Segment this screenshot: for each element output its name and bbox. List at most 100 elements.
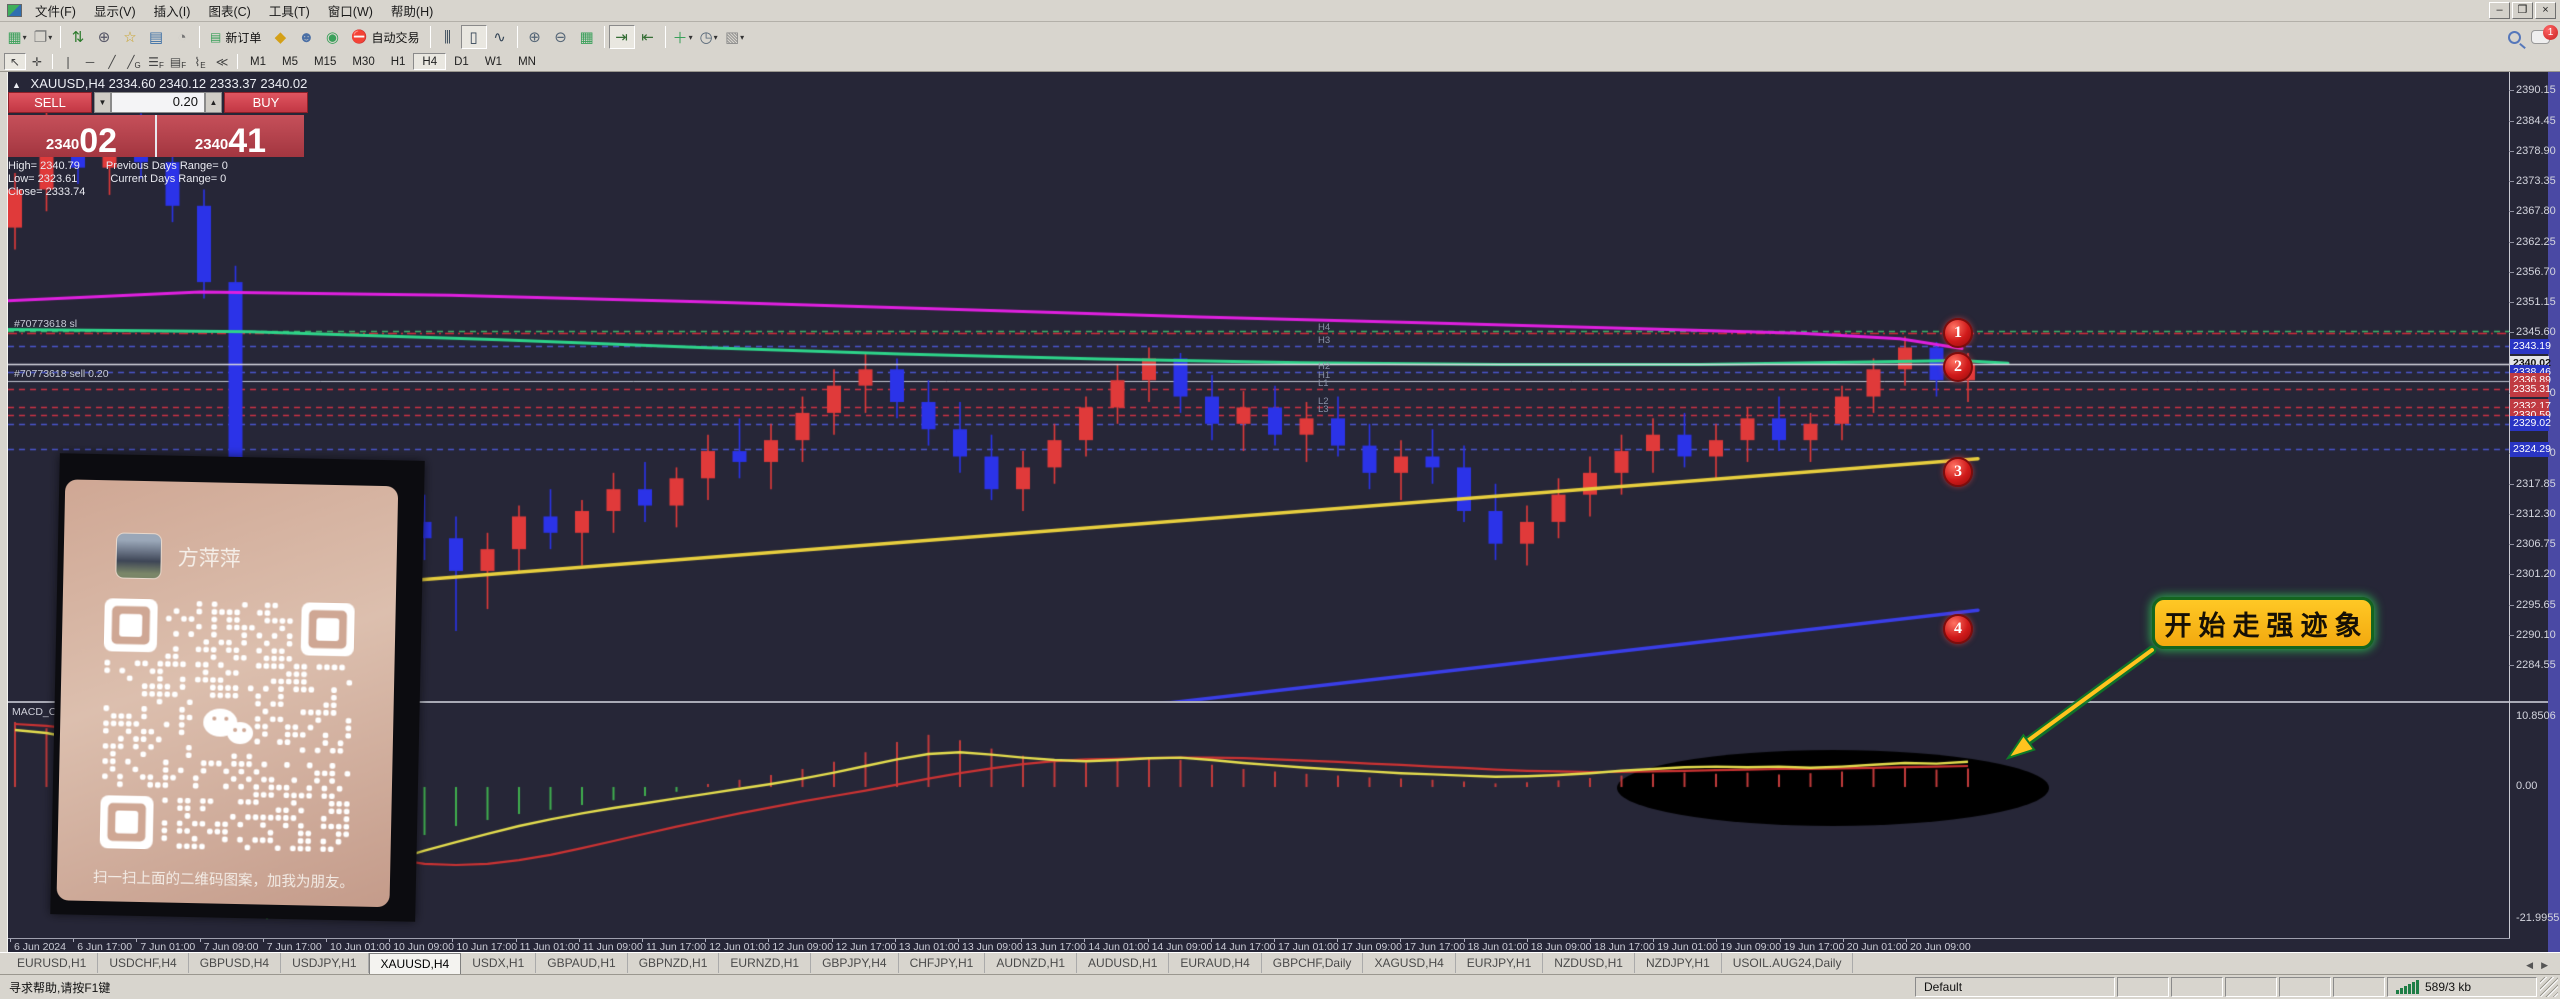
navigator-button[interactable]: ☆ <box>117 25 143 49</box>
fan-tool[interactable]: ≪ <box>211 53 233 70</box>
menu-窗[interactable]: 窗口(W) <box>319 0 382 22</box>
trendline-tool[interactable]: ╱ <box>101 53 123 70</box>
macd-min-label: -21.9955 <box>2516 912 2560 924</box>
tab-GBPCHF-Daily[interactable]: GBPCHF,Daily <box>1262 953 1364 973</box>
fibonacci-tool[interactable]: ☰ F <box>145 53 167 71</box>
menu-图[interactable]: 图表(C) <box>199 0 259 22</box>
tab-USDJPY-H1[interactable]: USDJPY,H1 <box>281 953 369 973</box>
time-axis[interactable]: 6 Jun 2024 6 Jun 17:00 7 Jun 01:00 7 Jun 09… <box>8 938 2510 953</box>
timeframe-H4[interactable]: H4 <box>413 53 447 70</box>
ask-quote[interactable]: 2340 41 <box>157 115 304 158</box>
search-icon[interactable] <box>2508 30 2521 44</box>
bar-chart-button[interactable]: ⫼ <box>435 25 461 49</box>
menu-帮[interactable]: 帮助(H) <box>382 0 442 22</box>
equidistant-tool[interactable]: ⌇ E <box>189 53 211 71</box>
timeframe-M15[interactable]: M15 <box>306 53 344 70</box>
menu-插[interactable]: 插入(I) <box>145 0 200 22</box>
toolbar-separator <box>429 26 431 48</box>
periods-button[interactable]: ◷ <box>696 25 722 49</box>
zoom-in-button[interactable]: ⊕ <box>522 25 548 49</box>
volume-input[interactable]: 0.20 <box>111 92 205 113</box>
chat-icon[interactable]: 1 <box>2531 25 2558 44</box>
line-chart-button[interactable]: ∿ <box>487 25 513 49</box>
horizontal-line-tool[interactable]: ─ <box>79 53 101 70</box>
tab-EURUSD-H1[interactable]: EURUSD,H1 <box>6 953 99 973</box>
tab-CHFJPY-H1[interactable]: CHFJPY,H1 <box>899 953 986 973</box>
metaeditor-button[interactable]: ◆ <box>267 25 293 49</box>
tab-EURNZD-H1[interactable]: EURNZD,H1 <box>719 953 812 973</box>
level-price-badge: 2343.19 <box>2510 338 2551 354</box>
crosshair-tool[interactable]: ✛ <box>26 53 48 70</box>
tab-USDCHF-H4[interactable]: USDCHF,H4 <box>98 953 189 973</box>
timeframe-MN[interactable]: MN <box>510 53 544 70</box>
new-order-button[interactable]: ▤ 新订单 <box>204 25 267 49</box>
tab-GBPUSD-H4[interactable]: GBPUSD,H4 <box>189 953 282 973</box>
time-tick <box>705 939 707 942</box>
signals-button[interactable]: ◉ <box>319 25 345 49</box>
tab-USDX-H1[interactable]: USDX,H1 <box>461 953 537 973</box>
chart-shift-button[interactable]: ⇤ <box>635 25 661 49</box>
resize-grip[interactable] <box>2540 977 2558 997</box>
tab-EURAUD-H4[interactable]: EURAUD,H4 <box>1169 953 1262 973</box>
autotrading-button[interactable]: ⛔ 自动交易 <box>345 25 425 49</box>
market-watch-button[interactable]: ⇅ <box>65 25 91 49</box>
community-button[interactable]: ☻ <box>293 25 319 49</box>
templates-button[interactable]: ▧ <box>722 25 748 49</box>
auto-scroll-button[interactable]: ⇥ <box>608 25 635 49</box>
toolbar-separator <box>60 26 61 48</box>
profiles-button[interactable]: ❐ <box>30 25 56 49</box>
tab-AUDNZD-H1[interactable]: AUDNZD,H1 <box>985 953 1078 973</box>
tab-EURJPY-H1[interactable]: EURJPY,H1 <box>1456 953 1544 973</box>
timeframe-D1[interactable]: D1 <box>446 53 477 70</box>
timeframe-toolbar: M1 M5 M15 M30 H1 H4 D1 W1 MN <box>242 53 544 70</box>
strategy-tester-button[interactable]: ◔ <box>169 25 195 49</box>
minimize-button[interactable]: – <box>2489 2 2510 19</box>
tab-GBPNZD-H1[interactable]: GBPNZD,H1 <box>628 953 720 973</box>
timeframe-M30[interactable]: M30 <box>344 53 382 70</box>
sell-order-line-label[interactable]: #70773618 sell 0.20 <box>14 368 109 380</box>
sell-button[interactable]: SELL <box>8 92 92 113</box>
data-window-button[interactable]: ⊕ <box>91 25 117 49</box>
zoom-out-button[interactable]: ⊖ <box>548 25 574 49</box>
fibonacci-channel-tool[interactable]: ▤ F <box>167 53 189 71</box>
restore-button[interactable]: ❐ <box>2512 2 2533 19</box>
app-icon <box>7 4 22 17</box>
timeframe-M1[interactable]: M1 <box>242 53 274 70</box>
status-profile[interactable]: Default <box>1915 977 2115 997</box>
indicators-button[interactable]: ＋ <box>670 25 696 49</box>
stoploss-line-label[interactable]: #70773618 sl <box>14 318 77 330</box>
tab-GBPAUD-H1[interactable]: GBPAUD,H1 <box>536 953 628 973</box>
menu-文[interactable]: 文件(F) <box>26 0 85 22</box>
timeframe-M5[interactable]: M5 <box>274 53 306 70</box>
tab-GBPJPY-H4[interactable]: GBPJPY,H4 <box>811 953 899 973</box>
tile-windows-button[interactable]: ▦ <box>574 25 600 49</box>
candlestick-button[interactable]: ▯ <box>460 25 487 49</box>
tab-NZDUSD-H1[interactable]: NZDUSD,H1 <box>1543 953 1635 973</box>
terminal-button[interactable]: ▤ <box>143 25 169 49</box>
time-tick <box>894 939 896 942</box>
bid-quote[interactable]: 2340 02 <box>8 115 155 158</box>
vertical-line-tool[interactable]: ❘ <box>57 53 79 70</box>
channel-tool[interactable]: ╱ G <box>123 53 145 71</box>
tab-scroll-left-icon[interactable]: ◀ <box>2526 960 2533 971</box>
menu-工[interactable]: 工具(T) <box>260 0 319 22</box>
menu-显[interactable]: 显示(V) <box>85 0 145 22</box>
price-tick: 2312.30 <box>2509 507 2556 520</box>
cursor-tool[interactable]: ↖ <box>4 53 26 70</box>
tab-NZDJPY-H1[interactable]: NZDJPY,H1 <box>1635 953 1722 973</box>
close-button[interactable]: × <box>2535 2 2556 19</box>
tab-XAUUSD-H4[interactable]: XAUUSD,H4 <box>368 953 462 974</box>
tab-XAGUSD-H4[interactable]: XAGUSD,H4 <box>1363 953 1456 973</box>
volume-up-button[interactable]: ▲ <box>205 92 222 113</box>
timeframe-W1[interactable]: W1 <box>477 53 510 70</box>
collapse-panel-icon[interactable]: ▲ <box>12 80 21 90</box>
new-chart-button[interactable]: ▦ <box>4 25 30 49</box>
timeframe-H1[interactable]: H1 <box>383 53 414 70</box>
low-value: Low= 2323.61 <box>8 173 78 185</box>
tab-AUDUSD-H1[interactable]: AUDUSD,H1 <box>1077 953 1170 973</box>
tab-scroll-right-icon[interactable]: ▶ <box>2541 960 2548 971</box>
volume-down-button[interactable]: ▼ <box>94 92 111 113</box>
tab-USOIL-AUG24-Daily[interactable]: USOIL.AUG24,Daily <box>1722 953 1854 973</box>
buy-button[interactable]: BUY <box>224 92 308 113</box>
toolbar-separator <box>516 26 518 48</box>
